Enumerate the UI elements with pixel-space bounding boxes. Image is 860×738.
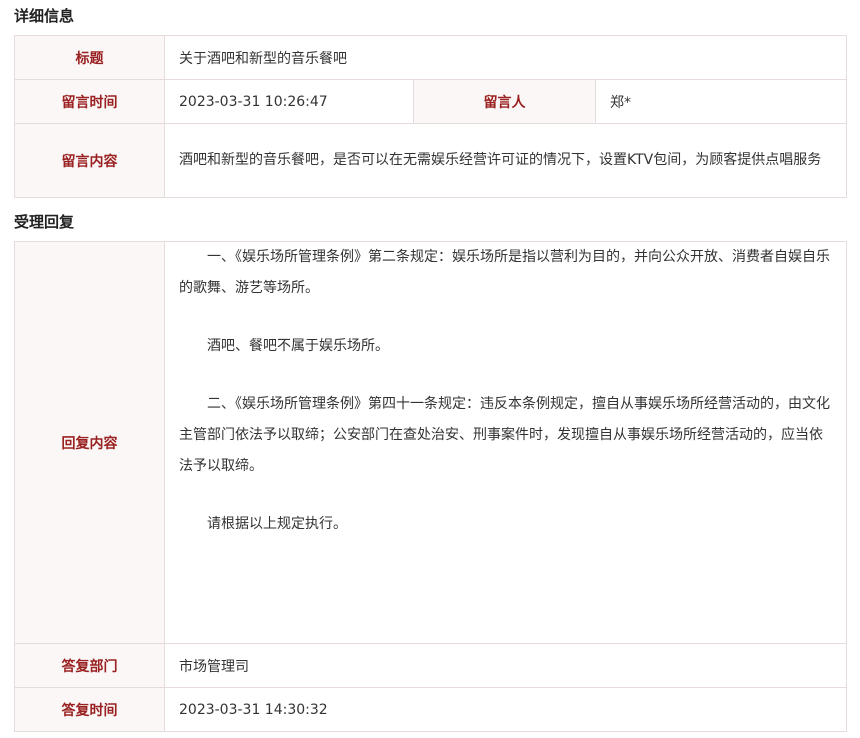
- content-row: 留言内容 酒吧和新型的音乐餐吧，是否可以在无需娱乐经营许可证的情况下，设置KTV…: [14, 123, 848, 198]
- reply-dept-value: 市场管理司: [164, 643, 847, 688]
- reply-dept-label: 答复部门: [14, 643, 165, 688]
- reply-paragraph: 二、《娱乐场所管理条例》第四十一条规定：违反本条例规定，擅自从事娱乐场所经营活动…: [179, 396, 830, 474]
- reply-paragraph: 请根据以上规定执行。: [207, 516, 347, 532]
- message-content-label: 留言内容: [14, 123, 165, 198]
- time-row: 留言时间 2023-03-31 10:26:47 留言人 郑*: [14, 79, 848, 124]
- dept-row: 答复部门 市场管理司: [14, 643, 847, 688]
- reply-section-title: 受理回复: [14, 213, 75, 231]
- reply-time-row: 答复时间 2023-03-31 14:30:32: [14, 687, 847, 732]
- title-row: 标题 关于酒吧和新型的音乐餐吧: [14, 35, 848, 80]
- reply-paragraph: 一、《娱乐场所管理条例》第二条规定：娱乐场所是指以营利为目的，并向公众开放、消费…: [179, 249, 830, 296]
- detail-table: 标题 关于酒吧和新型的音乐餐吧 留言时间 2023-03-31 10:26:47…: [14, 35, 848, 198]
- message-content-value: 酒吧和新型的音乐餐吧，是否可以在无需娱乐经营许可证的情况下，设置KTV包间，为顾…: [163, 123, 848, 198]
- reply-paragraph: 酒吧、餐吧不属于娱乐场所。: [207, 338, 389, 354]
- detail-section-title: 详细信息: [14, 7, 75, 25]
- reply-time-label: 答复时间: [14, 687, 165, 732]
- message-time-label: 留言时间: [14, 79, 165, 124]
- author-label: 留言人: [413, 79, 596, 124]
- reply-content-row: 回复内容 一、《娱乐场所管理条例》第二条规定：娱乐场所是指以营利为目的，并向公众…: [14, 241, 847, 644]
- title-value: 关于酒吧和新型的音乐餐吧: [163, 35, 848, 80]
- title-label: 标题: [14, 35, 165, 80]
- reply-content-label: 回复内容: [14, 241, 165, 644]
- author-value: 郑*: [594, 79, 848, 124]
- reply-time-value: 2023-03-31 14:30:32: [164, 687, 847, 732]
- reply-table: 回复内容 一、《娱乐场所管理条例》第二条规定：娱乐场所是指以营利为目的，并向公众…: [14, 241, 847, 732]
- message-time-value: 2023-03-31 10:26:47: [164, 79, 414, 124]
- reply-content-value: 一、《娱乐场所管理条例》第二条规定：娱乐场所是指以营利为目的，并向公众开放、消费…: [164, 241, 847, 644]
